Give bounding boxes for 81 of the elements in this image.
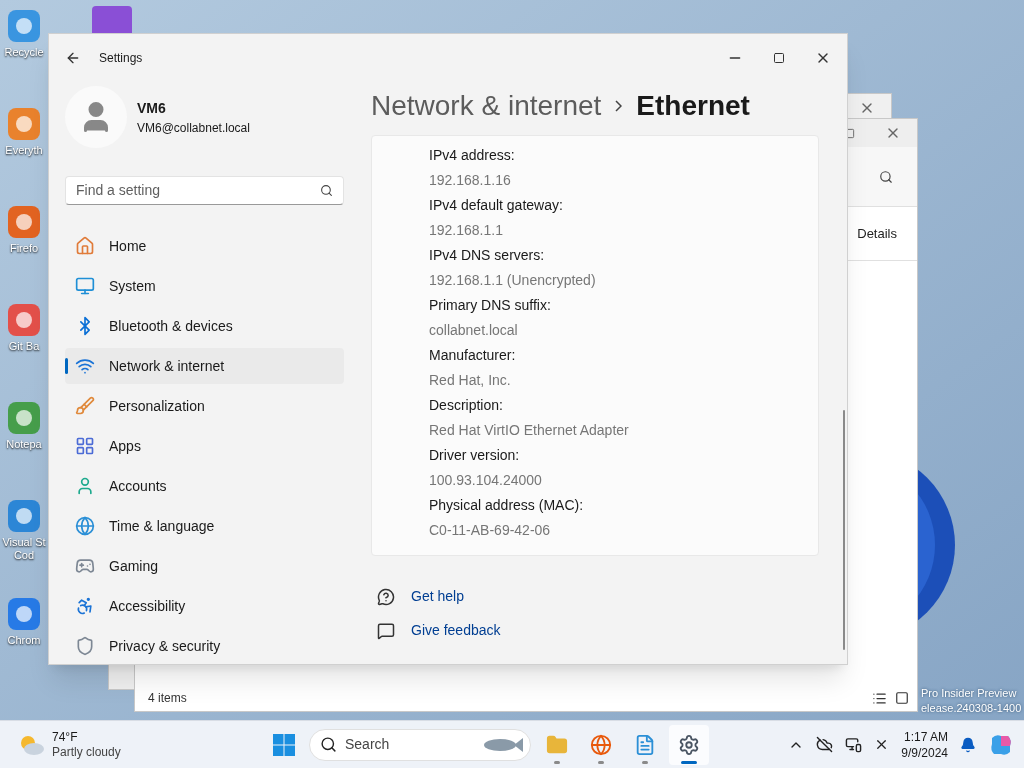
watermark-text: Pro Insider Preview [921, 686, 1017, 700]
monitor-icon [75, 276, 95, 296]
property-label: Physical address (MAC): [429, 496, 585, 515]
details-button[interactable]: Details [857, 223, 897, 244]
nav-item[interactable]: Accounts [65, 468, 344, 504]
property-label: IPv4 address: [429, 146, 516, 165]
temperature-text: 74°F [52, 729, 79, 745]
property-label: Primary DNS suffix: [429, 296, 552, 315]
cloud-off-icon[interactable] [816, 736, 834, 753]
nav-item[interactable]: Gaming [65, 548, 344, 584]
nav-item[interactable]: Time & language [65, 508, 344, 544]
property-value: Red Hat VirtIO Ethernet Adapter [429, 421, 630, 440]
accessibility-icon [75, 596, 95, 616]
page-title: Ethernet [636, 89, 750, 123]
nav-item[interactable]: Network & internet [65, 348, 344, 384]
user-email: VM6@collabnet.local [137, 119, 250, 137]
monitor-icon[interactable] [845, 736, 863, 753]
property-label: IPv4 default gateway: [429, 196, 564, 215]
link[interactable]: Give feedback [411, 620, 501, 641]
desktop-icon-label: Everyth [5, 144, 43, 157]
link[interactable]: Get help [411, 586, 464, 607]
property-value: 192.168.1.1 (Unencrypted) [429, 271, 597, 290]
property-label: Driver version: [429, 446, 521, 465]
feedback-icon [377, 621, 395, 640]
chevron-icon [615, 100, 623, 112]
gear-icon [678, 733, 700, 756]
property-label: Description: [429, 396, 504, 415]
wifi-icon [75, 356, 95, 376]
folder-icon [546, 733, 568, 756]
property-value: 100.93.104.24000 [429, 471, 543, 490]
desktop-icon-label: Git Ba [8, 340, 40, 353]
bell-icon[interactable] [960, 736, 976, 753]
back-icon[interactable] [65, 50, 81, 66]
maximize-icon[interactable] [773, 52, 785, 64]
nav-item[interactable]: Accessibility [65, 588, 344, 624]
taskbar-search-field[interactable]: Search [309, 728, 531, 761]
tile-view-icon[interactable] [895, 690, 909, 705]
apps-grid-icon [75, 436, 95, 456]
globe-icon [590, 733, 612, 756]
status-text: 4 items [148, 690, 187, 707]
help-icon [377, 587, 395, 606]
property-label: IPv4 DNS servers: [429, 246, 546, 265]
nav-item[interactable]: Bluetooth & devices [65, 308, 344, 344]
nav-item[interactable]: Privacy & security [65, 628, 344, 664]
nav-item[interactable]: System [65, 268, 344, 304]
weather-text: Partly cloudy [52, 744, 121, 760]
brush-icon [75, 396, 95, 416]
person-icon [75, 476, 95, 496]
desktop-icon-label: Notepa [6, 438, 42, 451]
search-icon [320, 183, 333, 197]
property-value: collabnet.local [429, 321, 519, 340]
watermark-text: elease.240308-1400 [921, 701, 1022, 715]
start-icon[interactable] [272, 732, 296, 757]
property-label: Manufacturer: [429, 346, 517, 365]
search-icon [320, 736, 337, 753]
desktop-icon-label: Visual St Cod [2, 536, 46, 562]
breadcrumb-parent[interactable]: Network & internet [371, 85, 602, 127]
nav-item[interactable]: Personalization [65, 388, 344, 424]
property-value: 192.168.1.16 [429, 171, 512, 190]
settings-search-field[interactable]: Find a setting [65, 175, 344, 205]
nav-item[interactable]: Apps [65, 428, 344, 464]
desktop-icon-label: Firefo [9, 242, 39, 255]
nav-item[interactable]: Home [65, 228, 344, 264]
taskbar-app[interactable] [669, 724, 709, 765]
app-shortcut-icon[interactable] [92, 6, 132, 34]
clock-time[interactable]: 1:17 AM [903, 728, 948, 745]
list-view-icon[interactable] [872, 690, 887, 706]
globe-icon [75, 516, 95, 536]
property-value: 192.168.1.1 [429, 221, 504, 240]
search-icon[interactable] [879, 169, 893, 184]
property-value: C0-11-AB-69-42-06 [429, 521, 552, 540]
house-icon [75, 236, 95, 256]
desktop-icon-label: Recycle [4, 46, 44, 59]
window-title: Settings [99, 50, 143, 67]
gamepad-icon [75, 556, 95, 576]
property-value: Red Hat, Inc. [429, 371, 512, 390]
user-name: VM6 [137, 98, 167, 118]
desktop-icon-label: Chrom [7, 634, 41, 647]
scrollbar[interactable] [843, 410, 845, 650]
clock-date[interactable]: 9/9/2024 [901, 744, 948, 761]
shield-icon [75, 636, 95, 656]
